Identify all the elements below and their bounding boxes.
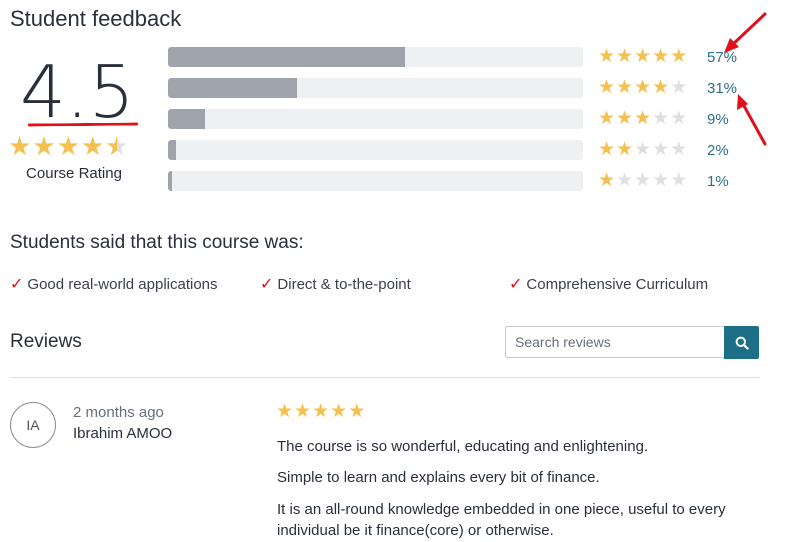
review-text: It is an all-round knowledge embedded in…: [277, 501, 726, 539]
rating-bar-track[interactable]: [168, 109, 583, 129]
star-icon: ★: [348, 401, 366, 422]
star-icon: ★: [670, 108, 688, 129]
star-icon: ★: [598, 108, 616, 129]
star-icon: ★: [32, 131, 56, 161]
attribute-label: Good real-world applications: [27, 276, 218, 293]
review-author: Ibrahim AMOO: [73, 425, 173, 442]
divider: [10, 377, 759, 378]
star-icon: ★: [616, 77, 634, 98]
average-rating-value: 4.5: [20, 50, 135, 134]
rating-row-stars[interactable]: ★★★★★: [598, 171, 688, 191]
attribute-item: ✓ Direct & to-the-point: [260, 274, 411, 294]
star-icon: ★: [670, 77, 688, 98]
star-icon: ★: [670, 46, 688, 67]
rating-row-stars[interactable]: ★★★★★: [598, 47, 688, 67]
star-icon: ★: [634, 77, 652, 98]
rating-bar-fill: [168, 109, 206, 129]
search-icon: [735, 336, 749, 350]
search-reviews-input[interactable]: [506, 327, 715, 357]
attribute-item: ✓ Good real-world applications: [10, 274, 218, 294]
rating-bar-fill: [168, 47, 405, 67]
rating-row-stars[interactable]: ★★★★★: [598, 140, 688, 160]
rating-row-stars[interactable]: ★★★★★: [598, 109, 688, 129]
star-icon: ★: [652, 170, 670, 191]
star-icon: ★: [652, 108, 670, 129]
review-text: Simple to learn and explains every bit o…: [277, 469, 600, 486]
attribute-label: Direct & to-the-point: [277, 276, 411, 293]
star-icon: ★: [616, 170, 634, 191]
rating-percent-link[interactable]: 1%: [707, 173, 729, 190]
annotation-arrow-top: [729, 12, 767, 48]
star-icon: ★: [8, 131, 32, 161]
star-icon: ★: [598, 170, 616, 191]
search-button[interactable]: [724, 326, 759, 359]
review-text: The course is so wonderful, educating an…: [277, 438, 649, 455]
star-icon: ★: [56, 131, 80, 161]
star-icon: ★: [105, 133, 128, 159]
star-icon: ★: [616, 46, 634, 67]
annotation-arrows: [724, 12, 767, 146]
star-icon: ★: [294, 401, 312, 422]
rating-bar-track[interactable]: [168, 140, 583, 160]
search-reviews-box: [505, 326, 724, 358]
check-icon: ✓: [10, 276, 24, 293]
star-icon: ★: [634, 139, 652, 160]
rating-bar-track[interactable]: [168, 78, 583, 98]
star-icon: ★: [670, 170, 688, 191]
star-icon: ★: [616, 139, 634, 160]
check-icon: ✓: [509, 276, 523, 293]
average-rating-stars: ★★★★★: [8, 133, 130, 160]
star-icon: ★: [652, 139, 670, 160]
attribute-label: Comprehensive Curriculum: [526, 276, 709, 293]
student-feedback-title: Student feedback: [10, 6, 182, 31]
star-icon: ★: [652, 77, 670, 98]
star-icon: ★: [634, 46, 652, 67]
review-stars: ★★★★★: [276, 402, 366, 422]
rating-bar-fill: [168, 140, 177, 160]
annotation-arrow-bottom: [741, 102, 767, 146]
star-icon: ★: [276, 401, 294, 422]
star-icon: ★: [616, 108, 634, 129]
rating-bar-track[interactable]: [168, 171, 583, 191]
star-icon: ★: [598, 46, 616, 67]
star-icon: ★: [634, 108, 652, 129]
reviews-title: Reviews: [10, 331, 82, 352]
star-icon: ★: [598, 139, 616, 160]
students-said-title: Students said that this course was:: [10, 232, 304, 253]
star-icon: ★: [330, 401, 348, 422]
review-timestamp: 2 months ago: [73, 404, 164, 421]
avatar: IA: [10, 402, 56, 448]
star-icon: ★: [312, 401, 330, 422]
star-icon: ★: [598, 77, 616, 98]
star-icon: ★: [652, 46, 670, 67]
attribute-item: ✓ Comprehensive Curriculum: [509, 274, 708, 294]
star-icon: ★: [670, 139, 688, 160]
star-icon: ★: [634, 170, 652, 191]
star-icon: ★: [80, 131, 105, 161]
course-rating-label: Course Rating: [26, 165, 122, 182]
rating-bar-fill: [168, 171, 173, 191]
rating-row-stars[interactable]: ★★★★★: [598, 78, 688, 98]
check-icon: ✓: [260, 276, 274, 293]
rating-bar-fill: [168, 78, 297, 98]
rating-bar-track[interactable]: [168, 47, 583, 67]
